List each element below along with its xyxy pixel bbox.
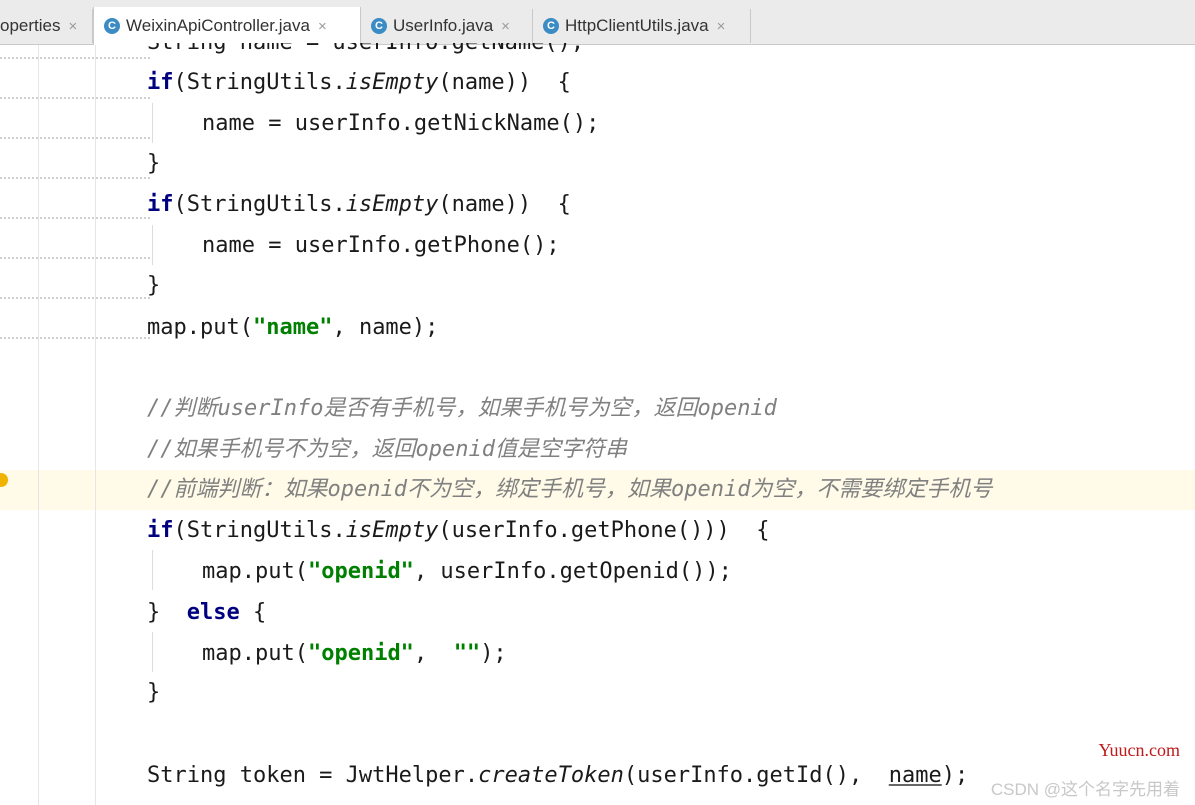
code-line[interactable]: name = userInfo.getNickName(); bbox=[202, 104, 599, 144]
watermark-site: Yuucn.com bbox=[1098, 740, 1180, 760]
code-line[interactable]: } bbox=[147, 673, 160, 713]
code-line[interactable]: if(StringUtils.isEmpty(userInfo.getPhone… bbox=[147, 511, 770, 551]
code-line[interactable]: } bbox=[147, 266, 160, 306]
code-line[interactable]: } else { bbox=[147, 593, 266, 633]
code-line[interactable]: if(StringUtils.isEmpty(name)) { bbox=[147, 63, 571, 103]
close-icon[interactable]: × bbox=[717, 18, 726, 35]
code-line[interactable]: } bbox=[147, 144, 160, 184]
comment-line[interactable]: //如果手机号不为空，返回openid值是空字符串 bbox=[147, 430, 627, 470]
tab-user-info[interactable]: C UserInfo.java × bbox=[361, 9, 533, 43]
tab-label: UserInfo.java bbox=[393, 16, 494, 35]
tab-label: HttpClientUtils.java bbox=[565, 16, 709, 35]
close-icon[interactable]: × bbox=[318, 18, 327, 35]
code-line[interactable]: if(StringUtils.isEmpty(name)) { bbox=[147, 185, 571, 225]
comment-line[interactable]: //判断userInfo是否有手机号，如果手机号为空，返回openid bbox=[147, 389, 777, 429]
tab-properties[interactable]: operties × bbox=[0, 9, 93, 43]
class-icon: C bbox=[371, 18, 387, 34]
gutter-divider bbox=[38, 45, 39, 805]
code-line[interactable]: map.put("openid", ""); bbox=[202, 634, 507, 674]
tab-http-client-utils[interactable]: C HttpClientUtils.java × bbox=[533, 9, 751, 43]
code-line[interactable]: map.put("openid", userInfo.getOpenid()); bbox=[202, 552, 732, 592]
code-line[interactable]: name = userInfo.getPhone(); bbox=[202, 226, 560, 266]
tab-label: WeixinApiController.java bbox=[126, 16, 310, 35]
code-editor[interactable]: String name = userInfo.getName(); if(Str… bbox=[0, 43, 1195, 805]
class-icon: C bbox=[104, 18, 120, 34]
class-icon: C bbox=[543, 18, 559, 34]
watermark-author: CSDN @这个名字先用着 bbox=[990, 780, 1180, 799]
code-line[interactable]: String token = JwtHelper.createToken(use… bbox=[147, 756, 968, 796]
comment-line[interactable]: //前端判断：如果openid不为空，绑定手机号，如果openid为空，不需要绑… bbox=[147, 470, 992, 510]
tab-weixin-api-controller[interactable]: C WeixinApiController.java × bbox=[93, 7, 361, 45]
fold-gutter-divider bbox=[95, 45, 96, 805]
tab-label: operties bbox=[0, 16, 61, 35]
editor-tab-bar: operties × C WeixinApiController.java × … bbox=[0, 0, 1195, 45]
close-icon[interactable]: × bbox=[501, 18, 510, 35]
code-line[interactable]: map.put("name", name); bbox=[147, 308, 438, 348]
close-icon[interactable]: × bbox=[68, 18, 77, 35]
